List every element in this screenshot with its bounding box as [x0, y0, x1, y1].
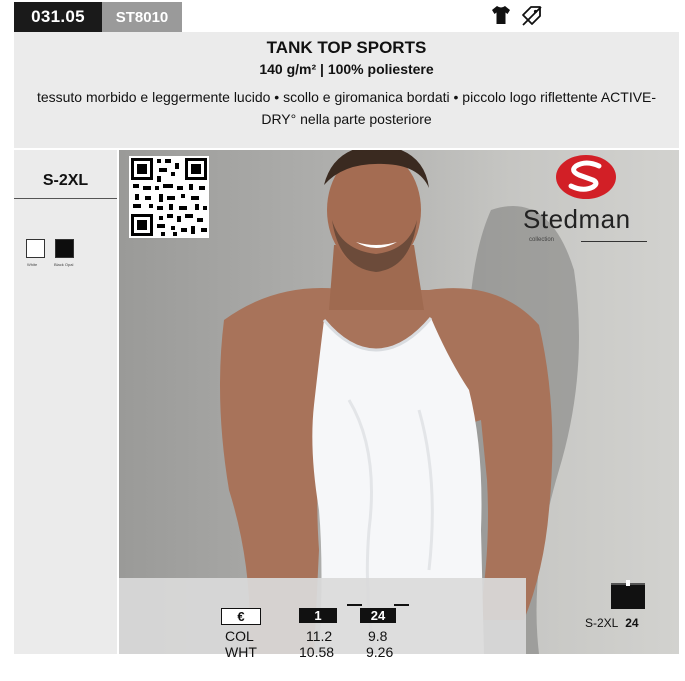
- box-icon: [611, 580, 645, 609]
- price-panel: € 1 24 COL 11.2 9.8 WHT 10.58 9.26: [119, 578, 526, 660]
- qty-24-label: 24: [360, 608, 396, 623]
- price-wht-24: 9.26: [366, 644, 394, 660]
- brand-underline: [581, 241, 647, 242]
- qty-1-label: 1: [299, 608, 337, 623]
- color-swatch-black-opal[interactable]: [55, 239, 74, 258]
- brand-subtitle: collection: [529, 237, 555, 243]
- size-range: S-2XL: [42, 172, 89, 189]
- packaging-qty: 24: [625, 616, 639, 630]
- brand-logo: Stedman collection: [523, 154, 663, 254]
- variants-panel: S-2XL White Black Opal: [14, 150, 117, 654]
- product-title-box: TANK TOP SPORTS 140 g/m² | 100% polieste…: [14, 32, 679, 148]
- packaging-sizes: S-2XL: [585, 616, 618, 630]
- price-row-label: COL: [225, 628, 254, 644]
- color-label-white: White: [27, 262, 38, 267]
- size-divider: [14, 198, 117, 199]
- packaging-info: S-2XL 24: [585, 616, 639, 630]
- sku-code: ST8010: [102, 2, 182, 32]
- product-title: TANK TOP SPORTS: [266, 38, 427, 57]
- product-description: tessuto morbido e leggermente lucido • s…: [36, 89, 657, 127]
- currency-label: €: [221, 608, 261, 625]
- price-col-24: 9.8: [368, 628, 388, 644]
- brand-mark: [556, 155, 616, 199]
- header-bar: 031.05 ST8010: [14, 2, 679, 32]
- header-icons: [490, 4, 544, 28]
- qr-code[interactable]: [129, 156, 209, 238]
- tshirt-icon: [492, 6, 510, 24]
- brand-name: Stedman: [523, 204, 631, 234]
- color-label-black-opal: Black Opal: [54, 262, 74, 267]
- color-swatch-white[interactable]: [26, 239, 45, 258]
- no-discount-icon: [522, 6, 542, 26]
- price-col-1: 11.2: [306, 628, 333, 644]
- catalog-code: 031.05: [14, 2, 102, 32]
- price-wht-1: 10.58: [299, 644, 335, 660]
- product-subtitle: 140 g/m² | 100% poliestere: [259, 61, 434, 77]
- price-row-label: WHT: [225, 644, 257, 660]
